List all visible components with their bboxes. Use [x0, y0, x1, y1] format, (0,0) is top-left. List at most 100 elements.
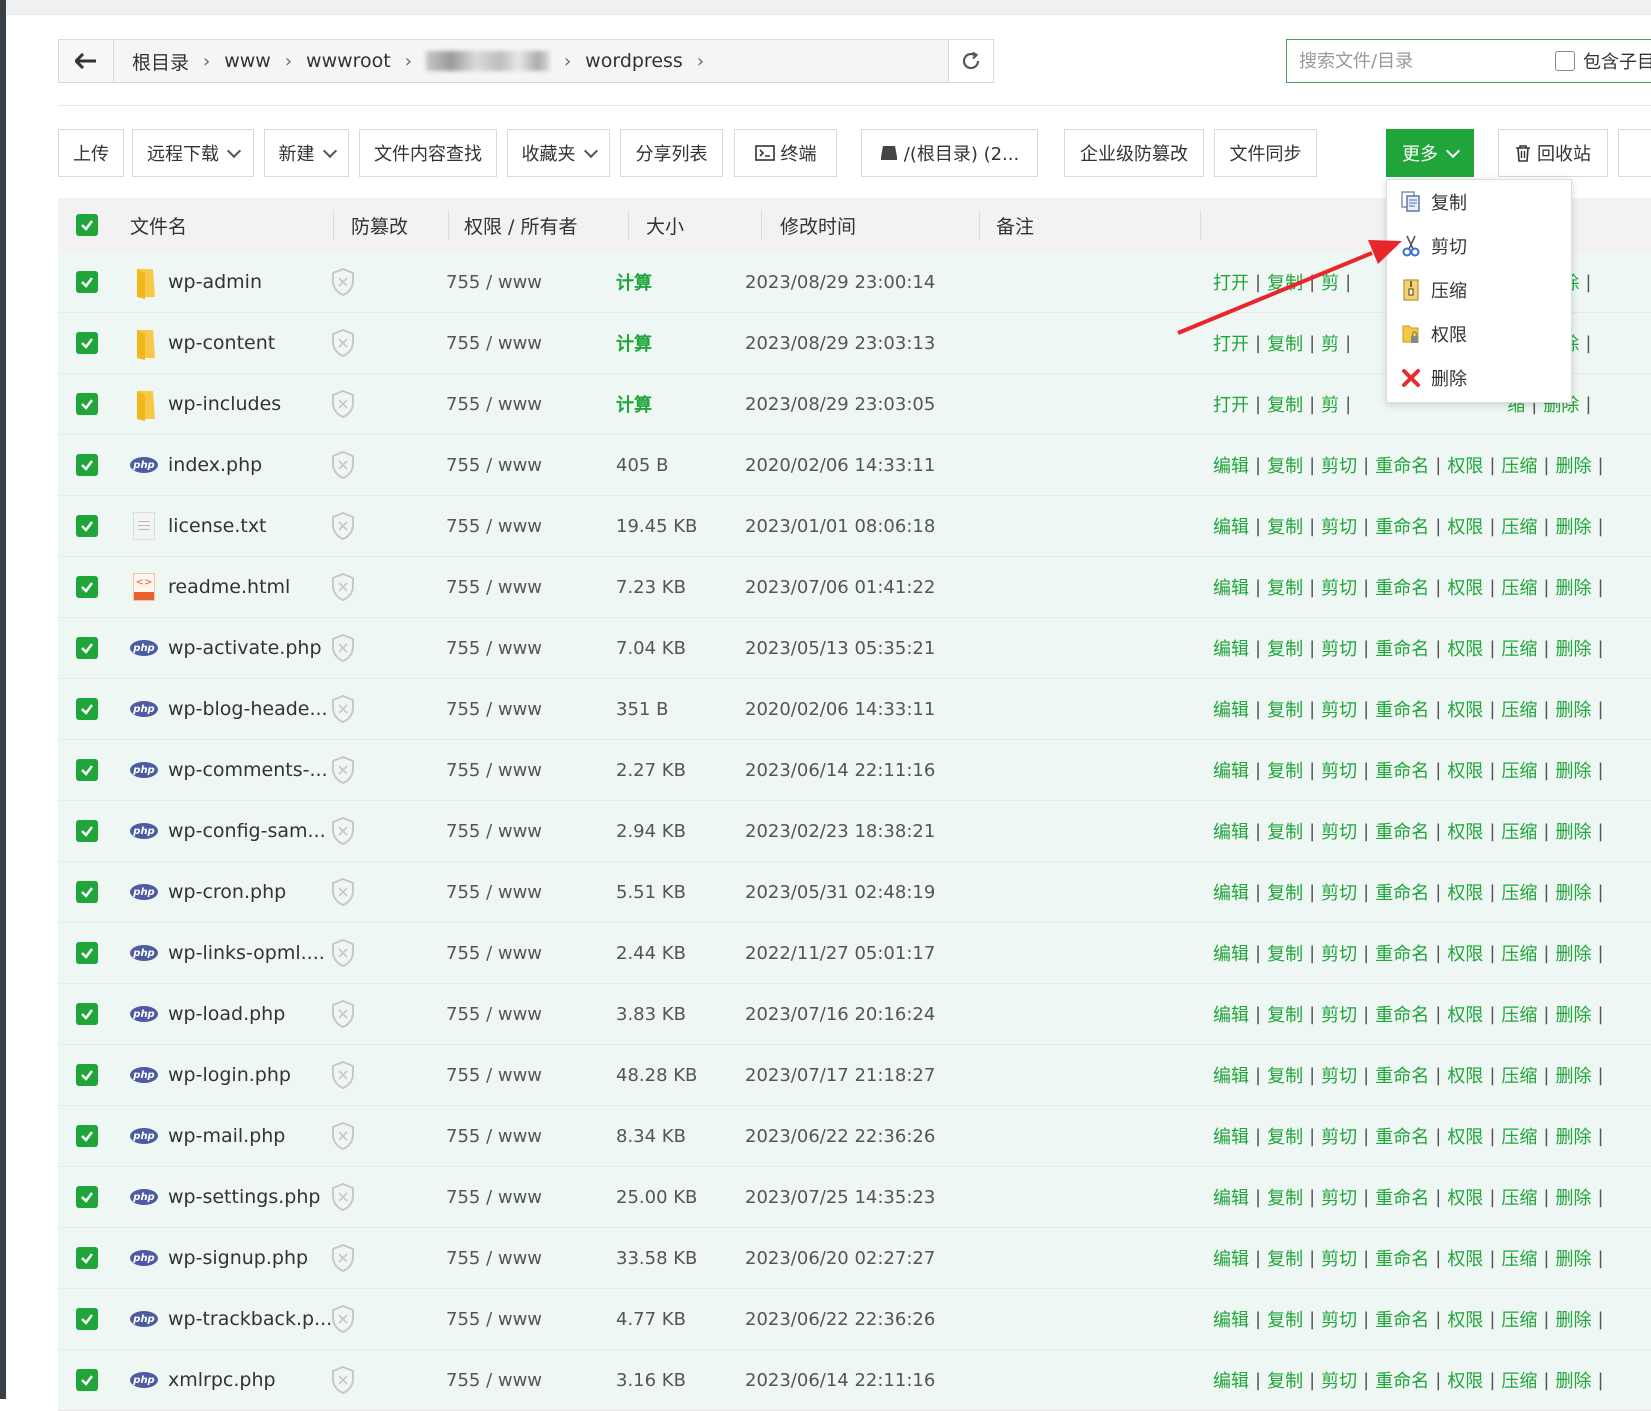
row-checkbox-cell[interactable]: [76, 1228, 98, 1288]
perm-owner[interactable]: 755 / www: [446, 1228, 542, 1288]
upload-button[interactable]: 上传: [58, 129, 124, 177]
row-checkbox-cell[interactable]: [76, 1289, 98, 1349]
action-link[interactable]: 压缩: [1501, 1367, 1537, 1393]
action-link[interactable]: 重命名: [1375, 1062, 1429, 1088]
action-link[interactable]: 重命名: [1375, 452, 1429, 478]
more-button[interactable]: 更多: [1386, 129, 1474, 177]
action-link[interactable]: 删除: [1555, 452, 1591, 478]
action-link[interactable]: 剪切: [1321, 1367, 1357, 1393]
breadcrumb-item-blurred[interactable]: [425, 51, 550, 71]
action-link[interactable]: 剪切: [1321, 818, 1357, 844]
col-size[interactable]: 大小: [646, 198, 684, 252]
action-link[interactable]: 删除: [1555, 940, 1591, 966]
action-link[interactable]: 编辑: [1213, 635, 1249, 661]
file-name[interactable]: xmlrpc.php: [168, 1350, 276, 1410]
action-link[interactable]: 重命名: [1375, 1184, 1429, 1210]
action-link[interactable]: 编辑: [1213, 1184, 1249, 1210]
action-link[interactable]: 编辑: [1213, 818, 1249, 844]
action-link[interactable]: 重命名: [1375, 757, 1429, 783]
protect-status[interactable]: [330, 984, 356, 1044]
action-link[interactable]: 权限: [1447, 1062, 1483, 1088]
action-link[interactable]: 复制: [1267, 1367, 1303, 1393]
action-link[interactable]: 重命名: [1375, 574, 1429, 600]
action-link[interactable]: 重命名: [1375, 696, 1429, 722]
action-link[interactable]: 删除: [1555, 635, 1591, 661]
file-name[interactable]: wp-mail.php: [168, 1106, 285, 1166]
action-link[interactable]: 复制: [1267, 818, 1303, 844]
checkbox-checked[interactable]: [76, 1186, 98, 1208]
action-link[interactable]: 权限: [1447, 452, 1483, 478]
breadcrumb-item-wwwroot[interactable]: wwwroot: [298, 50, 399, 72]
perm-owner[interactable]: 755 / www: [446, 923, 542, 983]
checkbox-checked[interactable]: [76, 637, 98, 659]
action-link[interactable]: 删除: [1555, 818, 1591, 844]
checkbox-checked[interactable]: [76, 1247, 98, 1269]
action-link[interactable]: 删除: [1555, 1306, 1591, 1332]
action-link[interactable]: 复制: [1267, 1062, 1303, 1088]
action-link[interactable]: 压缩: [1501, 574, 1537, 600]
new-button[interactable]: 新建: [264, 129, 349, 177]
favorites-button[interactable]: 收藏夹: [507, 129, 610, 177]
file-name[interactable]: wp-blog-heade...: [168, 679, 328, 739]
file-name[interactable]: wp-signup.php: [168, 1228, 308, 1288]
action-link[interactable]: 权限: [1447, 879, 1483, 905]
action-link[interactable]: 剪切: [1321, 1123, 1357, 1149]
action-link[interactable]: 重命名: [1375, 1123, 1429, 1149]
checkbox-checked[interactable]: [76, 942, 98, 964]
calc-size-link[interactable]: 计算: [616, 374, 652, 434]
checkbox-checked[interactable]: [76, 271, 98, 293]
action-link[interactable]: 编辑: [1213, 1306, 1249, 1332]
action-link[interactable]: 删除: [1555, 513, 1591, 539]
menu-item-permission[interactable]: 权限: [1387, 312, 1571, 356]
action-link[interactable]: 复制: [1267, 1001, 1303, 1027]
breadcrumb-item-wordpress[interactable]: wordpress: [577, 50, 691, 72]
action-link[interactable]: 编辑: [1213, 757, 1249, 783]
action-link[interactable]: 权限: [1447, 818, 1483, 844]
protect-status[interactable]: [330, 435, 356, 495]
row-checkbox-cell[interactable]: [76, 1167, 98, 1227]
file-name[interactable]: wp-login.php: [168, 1045, 291, 1105]
file-name[interactable]: wp-includes: [168, 374, 281, 434]
menu-item-delete[interactable]: 删除: [1387, 356, 1571, 400]
include-subdir-checkbox[interactable]: 包含子目录: [1551, 48, 1651, 74]
action-link[interactable]: 编辑: [1213, 452, 1249, 478]
file-name[interactable]: wp-load.php: [168, 984, 285, 1044]
action-link[interactable]: 打开: [1213, 330, 1249, 356]
action-link[interactable]: 复制: [1267, 1184, 1303, 1210]
action-link[interactable]: 编辑: [1213, 1001, 1249, 1027]
protect-status[interactable]: [330, 618, 356, 678]
action-link[interactable]: 打开: [1213, 269, 1249, 295]
refresh-button[interactable]: [948, 40, 993, 82]
more-tools-button[interactable]: [1618, 129, 1651, 177]
recycle-bin-button[interactable]: 回收站: [1498, 129, 1608, 177]
protect-status[interactable]: [330, 801, 356, 861]
perm-owner[interactable]: 755 / www: [446, 679, 542, 739]
protect-status[interactable]: [330, 252, 356, 312]
action-link[interactable]: 编辑: [1213, 696, 1249, 722]
action-link[interactable]: 删除: [1555, 1123, 1591, 1149]
action-link[interactable]: 剪切: [1321, 635, 1357, 661]
action-link[interactable]: 删除: [1555, 1062, 1591, 1088]
action-link[interactable]: 剪切: [1321, 879, 1357, 905]
action-link[interactable]: 剪切: [1321, 574, 1357, 600]
action-link[interactable]: 压缩: [1501, 1123, 1537, 1149]
file-name[interactable]: wp-activate.php: [168, 618, 322, 678]
action-link[interactable]: 编辑: [1213, 1367, 1249, 1393]
action-link[interactable]: 压缩: [1501, 452, 1537, 478]
row-checkbox-cell[interactable]: [76, 679, 98, 739]
action-link[interactable]: 编辑: [1213, 1245, 1249, 1271]
action-link[interactable]: 剪切: [1321, 1184, 1357, 1210]
protect-status[interactable]: [330, 1350, 356, 1410]
file-sync-button[interactable]: 文件同步: [1214, 129, 1317, 177]
protect-status[interactable]: [330, 1045, 356, 1105]
checkbox-checked[interactable]: [76, 214, 98, 236]
action-link[interactable]: 复制: [1267, 1123, 1303, 1149]
col-perm-owner[interactable]: 权限 / 所有者: [464, 198, 577, 252]
action-link[interactable]: 复制: [1267, 452, 1303, 478]
row-checkbox-cell[interactable]: [76, 862, 98, 922]
col-mtime[interactable]: 修改时间: [780, 198, 856, 252]
calc-size-link[interactable]: 计算: [616, 252, 652, 312]
action-link[interactable]: 复制: [1267, 879, 1303, 905]
action-link[interactable]: 剪: [1321, 330, 1339, 356]
checkbox-checked[interactable]: [76, 332, 98, 354]
